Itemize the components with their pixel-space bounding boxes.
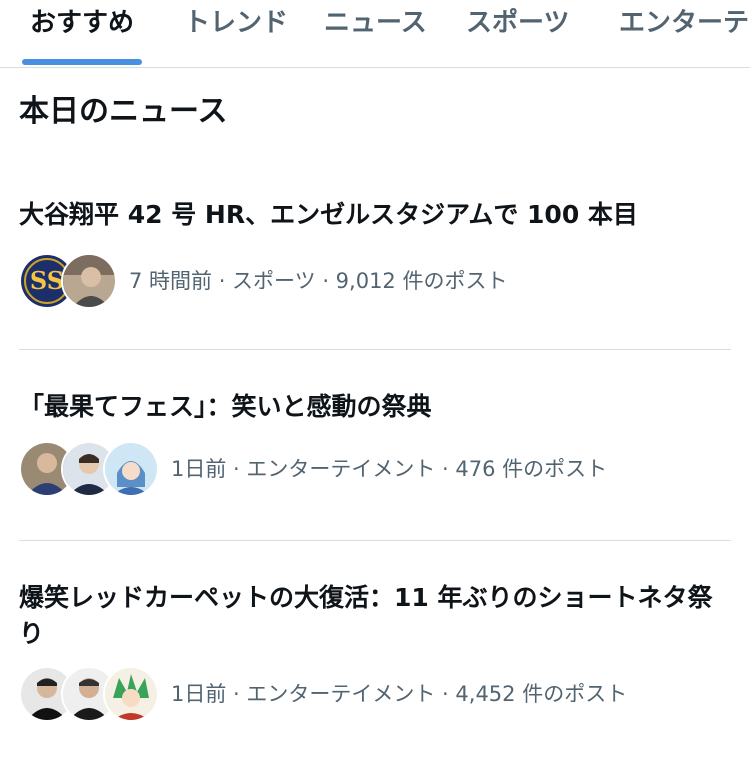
news-meta: 1日前 · エンターテイメント · 476 件のポスト <box>19 441 607 497</box>
news-meta-text: 1日前 · エンターテイメント · 476 件のポスト <box>171 457 608 481</box>
tab-recommended[interactable]: おすすめ <box>30 6 134 40</box>
active-tab-indicator <box>22 59 142 65</box>
divider <box>19 349 731 350</box>
avatar-stack: SS <box>19 253 117 309</box>
person-avatar <box>61 253 117 309</box>
avatar-stack <box>19 441 159 497</box>
anime-character-avatar <box>103 666 159 722</box>
news-item[interactable]: 爆笑レッドカーペットの大復活：11 年ぶりのショートネタ祭り 1日前 · エンタ… <box>19 580 731 730</box>
tab-sports[interactable]: スポーツ <box>466 6 569 40</box>
tab-news[interactable]: ニュース <box>324 6 427 40</box>
divider <box>19 540 731 541</box>
news-meta-text: 7 時間前 · スポーツ · 9,012 件のポスト <box>129 269 508 293</box>
section-title: 本日のニュース <box>19 94 228 129</box>
news-meta-text: 1日前 · エンターテイメント · 4,452 件のポスト <box>171 682 628 706</box>
anime-character-avatar <box>103 441 159 497</box>
tab-trending[interactable]: トレンド <box>184 6 288 40</box>
tab-bar: おすすめ トレンド ニュース スポーツ エンターテ <box>0 0 750 68</box>
tab-entertainment[interactable]: エンターテ <box>619 6 749 40</box>
svg-text:SS: SS <box>30 266 64 295</box>
news-item[interactable]: 「最果てフェス」：笑いと感動の祭典 1日前 · エンターテイメント · 476 … <box>19 389 731 509</box>
news-meta: SS 7 時間前 · スポーツ · 9,012 件のポスト <box>19 253 507 309</box>
news-headline: 大谷翔平 42 号 HR、エンゼルスタジアムで 100 本目 <box>19 200 638 229</box>
avatar-stack <box>19 666 159 722</box>
news-meta: 1日前 · エンターテイメント · 4,452 件のポスト <box>19 666 627 722</box>
news-headline: 爆笑レッドカーペットの大復活：11 年ぶりのショートネタ祭り <box>19 583 713 648</box>
news-item[interactable]: 大谷翔平 42 号 HR、エンゼルスタジアムで 100 本目 SS 7 時間前 … <box>19 197 731 317</box>
news-headline: 「最果てフェス」：笑いと感動の祭典 <box>19 392 432 421</box>
